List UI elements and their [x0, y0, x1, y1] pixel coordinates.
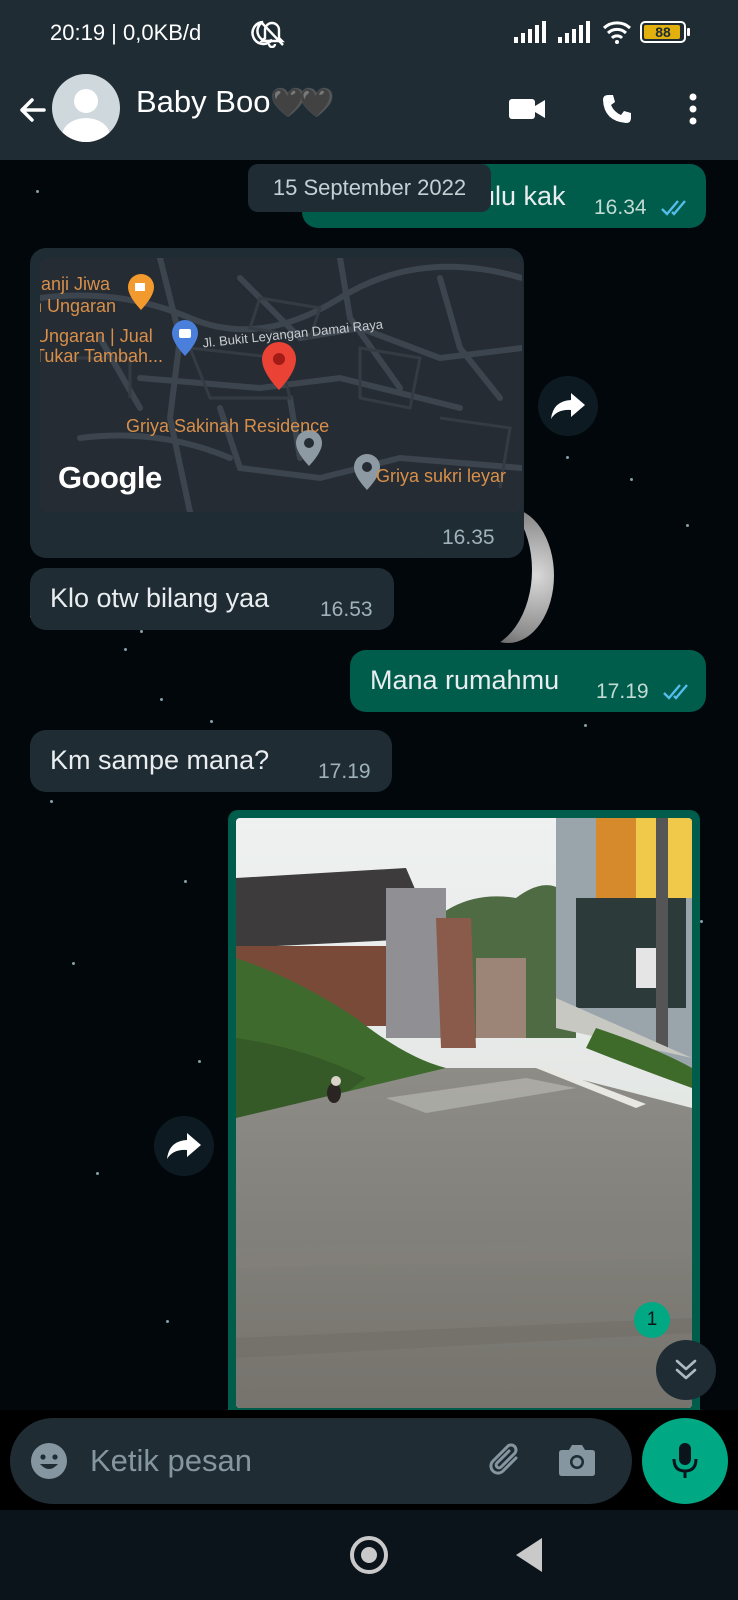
- date-separator: 15 September 2022: [248, 164, 491, 212]
- message-bubble-incoming[interactable]: Km sampe mana? 17.19: [30, 730, 392, 792]
- wifi-icon: [602, 21, 632, 44]
- read-ticks-icon: [661, 200, 686, 216]
- message-time: 17.19: [596, 680, 649, 703]
- chat-header: Baby Boo🖤🖤: [0, 68, 738, 160]
- forward-icon: [551, 393, 585, 419]
- map-label: n Ungaran: [40, 296, 117, 316]
- location-map[interactable]: Janji Jiwa n Ungaran Ungaran | Jual Tuka…: [40, 258, 522, 512]
- status-bar: 20:19 | 0,0KB/d 88: [0, 0, 738, 68]
- cafe-pin-icon: [128, 274, 154, 310]
- wallpaper-star: [72, 962, 75, 965]
- wallpaper-star: [700, 920, 703, 923]
- wallpaper-star: [630, 478, 633, 481]
- emoji-icon[interactable]: [30, 1442, 68, 1480]
- message-time: 16.53: [320, 598, 373, 621]
- voice-call-button[interactable]: [594, 86, 640, 132]
- message-bubble-outgoing[interactable]: Mana rumahmu 17.19: [350, 650, 706, 712]
- contact-name[interactable]: Baby Boo🖤🖤: [136, 84, 334, 120]
- signal-icon-2: [558, 21, 590, 43]
- wallpaper-star: [36, 190, 39, 193]
- unread-count-badge: 1: [634, 1302, 670, 1338]
- scroll-to-bottom-button[interactable]: [656, 1340, 716, 1400]
- microphone-icon: [672, 1443, 698, 1478]
- forward-button[interactable]: [538, 376, 598, 436]
- status-time: 20:19 | 0,0KB/d: [50, 20, 202, 45]
- message-text: ulu kak: [480, 181, 566, 211]
- more-options-button[interactable]: [670, 86, 716, 132]
- message-time: 17.19: [318, 760, 371, 783]
- map-label: Griya sukri leyar: [376, 466, 507, 486]
- hearts-emoji: 🖤🖤: [270, 87, 334, 118]
- map-label: Tukar Tambah...: [40, 346, 164, 366]
- avatar[interactable]: [52, 74, 120, 142]
- map-label: Ungaran | Jual: [40, 326, 153, 346]
- home-button[interactable]: [350, 1536, 388, 1574]
- wallpaper-star: [124, 648, 127, 651]
- wallpaper-star: [210, 720, 213, 723]
- camera-icon[interactable]: [558, 1442, 596, 1478]
- back-arrow-icon[interactable]: [14, 92, 50, 128]
- forward-button[interactable]: [154, 1116, 214, 1176]
- more-vertical-icon: [689, 93, 697, 125]
- photo[interactable]: [236, 818, 692, 1408]
- system-back-button[interactable]: [516, 1538, 542, 1572]
- wallpaper-star: [50, 800, 53, 803]
- message-time: 16.34: [594, 196, 647, 219]
- message-time: 16.35: [442, 526, 495, 549]
- wallpaper-star: [198, 1060, 201, 1063]
- system-navigation-bar: [0, 1510, 738, 1600]
- attachment-icon[interactable]: [486, 1440, 526, 1480]
- mute-bell-icon: [259, 21, 285, 48]
- forward-icon: [167, 1133, 201, 1159]
- voice-message-button[interactable]: [642, 1418, 728, 1504]
- location-message[interactable]: Janji Jiwa n Ungaran Ungaran | Jual Tuka…: [30, 248, 524, 558]
- wallpaper-star: [584, 724, 587, 727]
- wallpaper-star: [184, 880, 187, 883]
- message-text: Km sampe mana?: [50, 745, 270, 775]
- video-camera-icon: [509, 99, 545, 119]
- map-label: Griya Sakinah Residence: [126, 416, 330, 436]
- wallpaper-star: [160, 698, 163, 701]
- battery-icon: 88: [640, 21, 690, 43]
- status-right: 88: [514, 20, 690, 44]
- double-chevron-down-icon: [675, 1359, 697, 1380]
- shop-pin-icon: [172, 320, 198, 356]
- wallpaper-star: [686, 524, 689, 527]
- google-logo: Google: [58, 460, 162, 495]
- street-photo: [236, 818, 692, 1408]
- chat-area[interactable]: ulu kak 16.34 15 September 2022 anji Jiw…: [0, 160, 738, 1410]
- wallpaper-star: [140, 630, 143, 633]
- signal-icon: [514, 21, 546, 43]
- message-composer: [10, 1418, 632, 1504]
- wallpaper-star: [96, 1172, 99, 1175]
- read-ticks-icon: [663, 684, 688, 700]
- default-avatar-icon: [62, 89, 110, 142]
- wallpaper-star: [166, 1320, 169, 1323]
- location-pin-icon: [262, 342, 296, 390]
- phone-icon: [603, 95, 631, 123]
- message-bubble-incoming[interactable]: Klo otw bilang yaa 16.53: [30, 568, 394, 630]
- image-message[interactable]: [228, 810, 700, 1410]
- battery-level: 88: [655, 24, 671, 40]
- message-text: Klo otw bilang yaa: [50, 583, 270, 613]
- message-input[interactable]: [90, 1440, 470, 1482]
- contact-name-text: Baby Boo: [136, 84, 271, 119]
- message-text: Mana rumahmu: [370, 665, 560, 695]
- video-call-button[interactable]: [504, 86, 550, 132]
- wallpaper-star: [566, 456, 569, 459]
- map-label: Janji Jiwa: [40, 274, 111, 294]
